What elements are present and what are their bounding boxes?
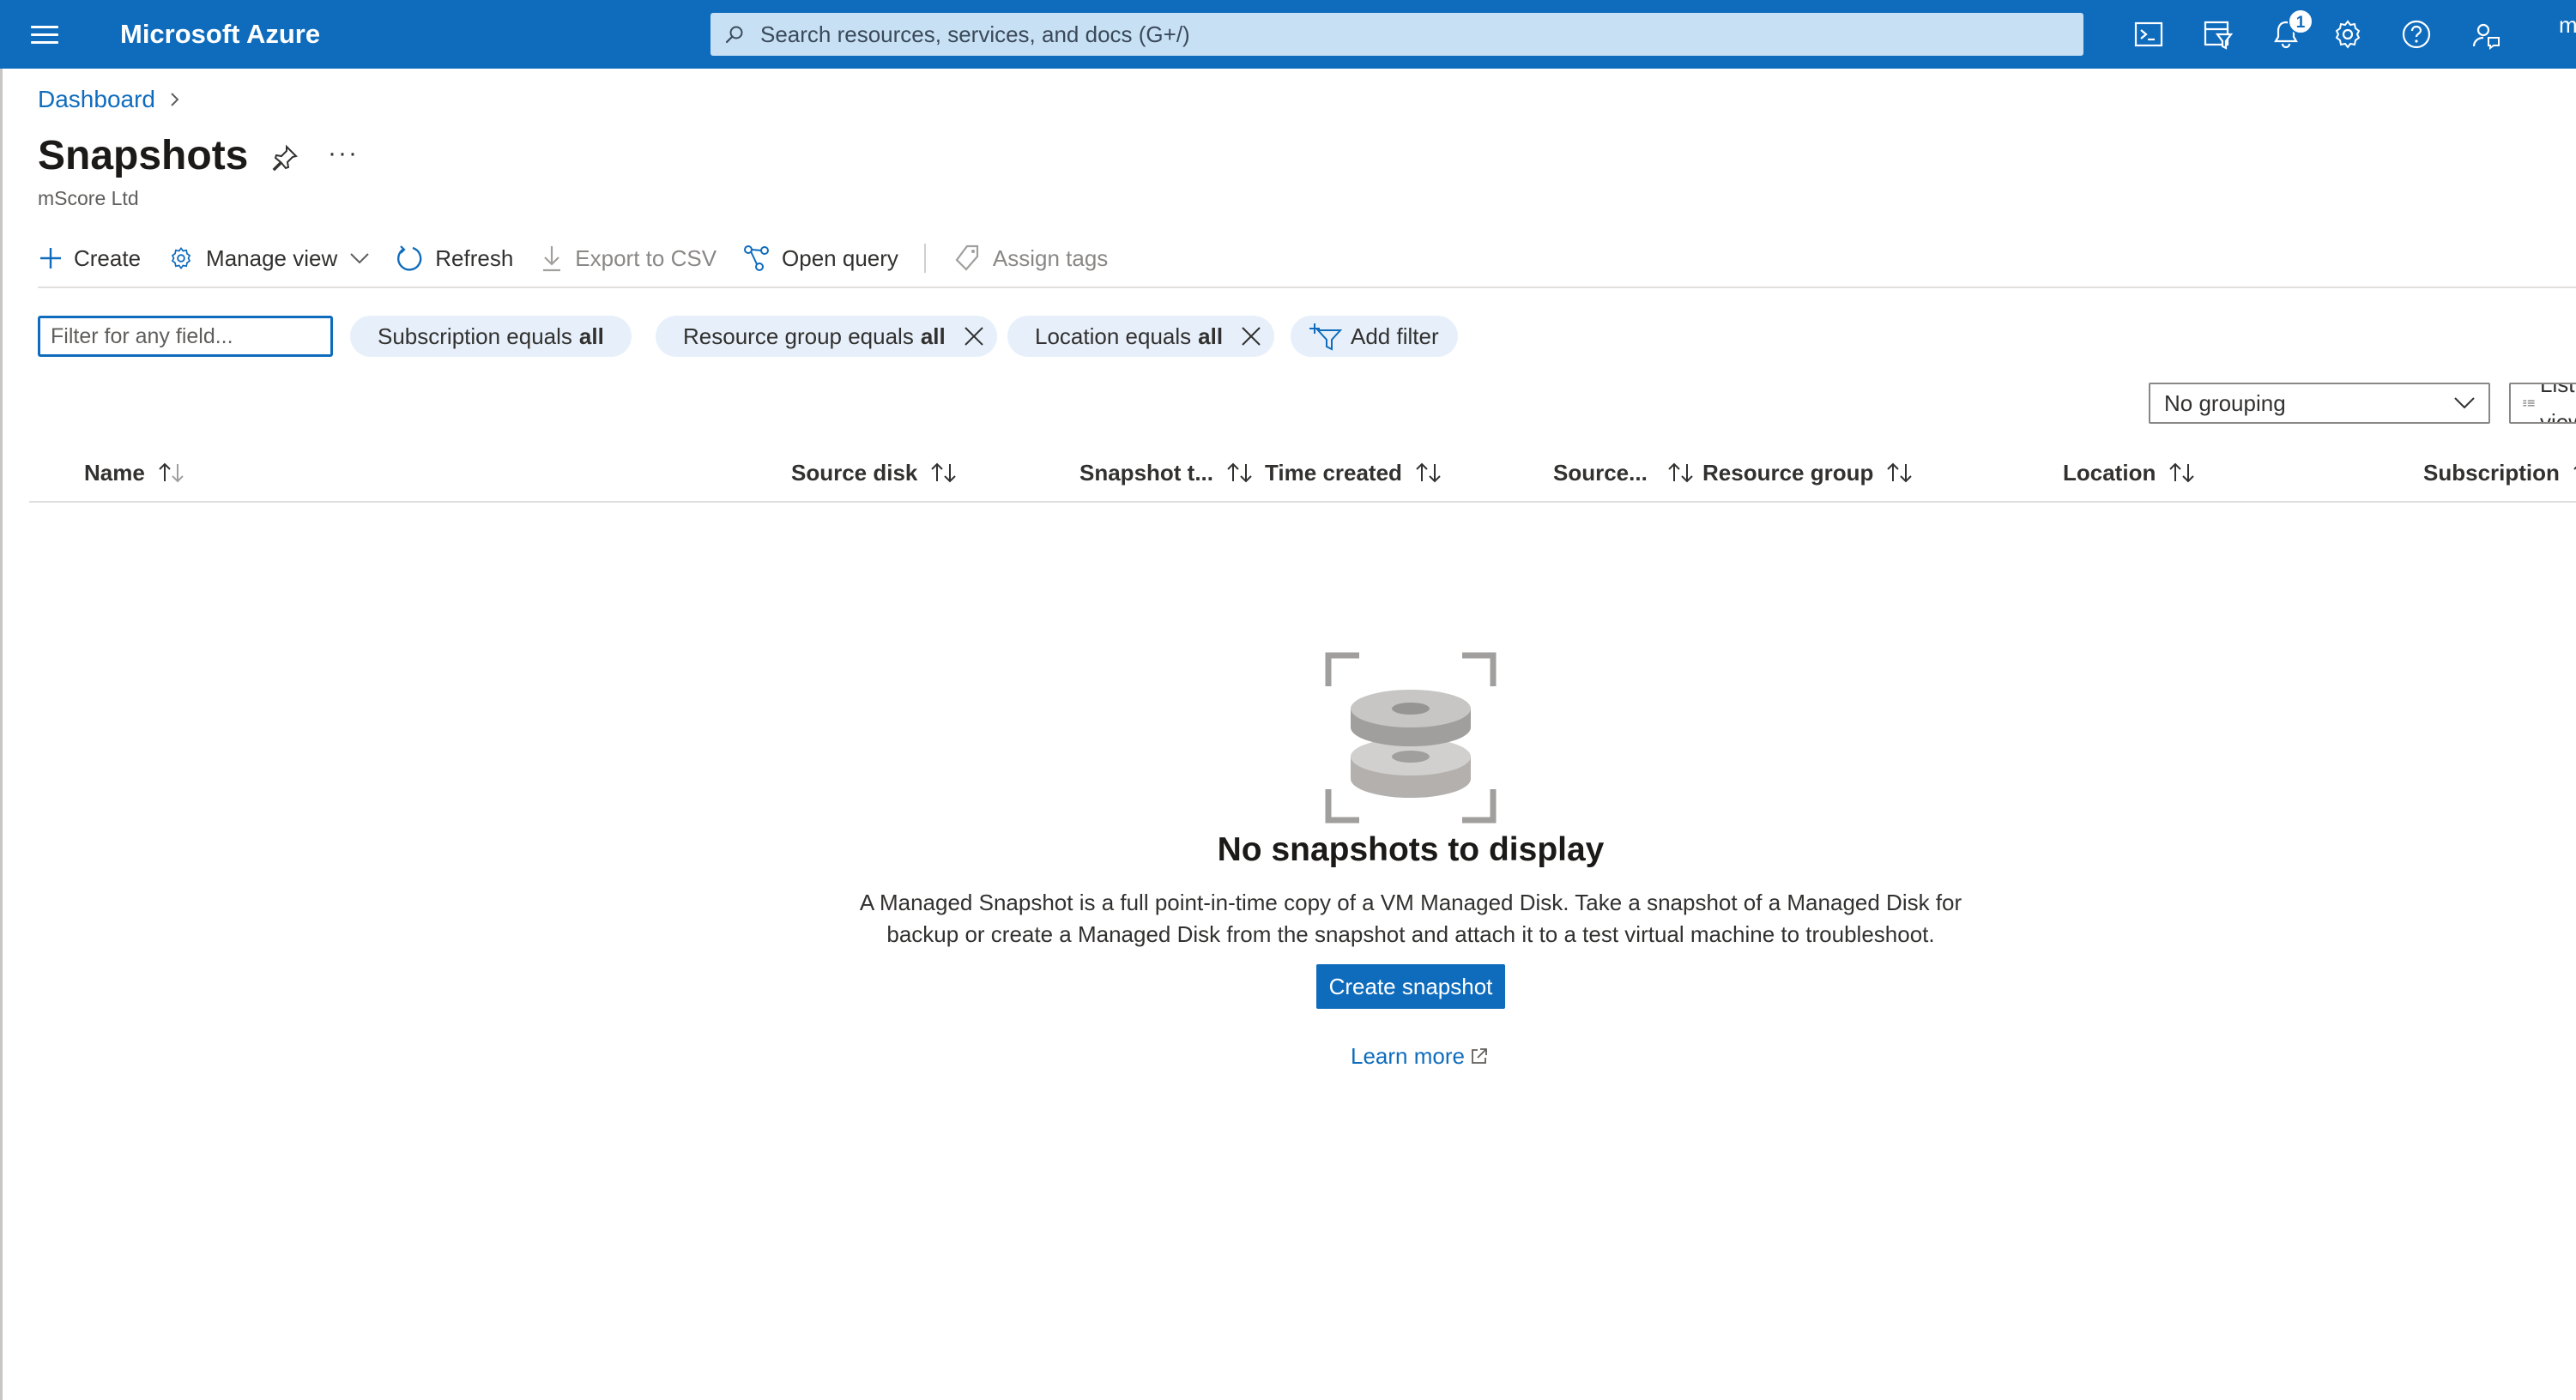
add-filter-button[interactable]: Add filter [1291, 316, 1458, 357]
subscription-filter-label: Subscription equals [378, 323, 572, 349]
sort-icon [931, 462, 957, 483]
column-resource-group-label: Resource group [1702, 460, 1874, 486]
chevron-right-icon [171, 93, 179, 106]
cloud-shell-icon[interactable] [2130, 15, 2168, 53]
chevron-down-icon [2454, 397, 2475, 409]
page-subtitle: mScore Ltd [38, 187, 139, 209]
create-snapshot-button[interactable]: Create snapshot [1316, 964, 1505, 1009]
portal-brand[interactable]: Microsoft Azure [120, 17, 320, 51]
breadcrumb-dashboard-link[interactable]: Dashboard [38, 84, 155, 115]
help-icon[interactable] [2398, 15, 2435, 53]
sort-icon [1416, 462, 1441, 483]
feedback-icon[interactable] [2466, 15, 2504, 53]
open-query-label: Open query [782, 244, 898, 271]
tag-icon [955, 244, 979, 271]
column-header-location[interactable]: Location [2063, 458, 2197, 487]
command-bar: Create Manage view Refresh Export to CSV… [38, 240, 1134, 276]
query-icon [744, 245, 770, 271]
list-icon [2523, 400, 2535, 407]
column-source-label: Source... [1553, 460, 1648, 486]
account-menu[interactable]: m [2559, 12, 2576, 39]
notification-badge: 1 [2288, 9, 2313, 34]
sort-icon [1887, 462, 1913, 483]
command-separator [923, 244, 926, 273]
left-edge-divider [0, 69, 3, 1400]
filter-input[interactable] [38, 316, 333, 357]
subscription-filter-pill[interactable]: Subscription equals all [350, 316, 632, 357]
create-label: Create [74, 244, 142, 271]
assign-tags-label: Assign tags [992, 244, 1109, 271]
refresh-button[interactable]: Refresh [396, 240, 513, 276]
location-filter-value: all [1198, 323, 1224, 349]
manage-view-label: Manage view [206, 244, 338, 271]
column-header-time-created[interactable]: Time created [1265, 458, 1443, 487]
hamburger-icon[interactable] [31, 22, 60, 46]
open-query-button[interactable]: Open query [742, 240, 898, 276]
sort-icon [1227, 462, 1252, 483]
column-header-source[interactable]: Source... [1553, 458, 1696, 487]
column-source-disk-label: Source disk [791, 460, 918, 486]
refresh-label: Refresh [435, 244, 514, 271]
search-placeholder: Search resources, services, and docs (G+… [760, 21, 1190, 47]
column-header-snapshot-type[interactable]: Snapshot t... [1079, 458, 1255, 487]
chevron-down-icon [350, 253, 369, 264]
search-icon [725, 26, 743, 44]
location-filter-label: Location equals [1035, 323, 1192, 349]
location-filter-pill[interactable]: Location equals all [1007, 316, 1275, 357]
column-header-name[interactable]: Name [84, 458, 186, 487]
global-search-input[interactable]: Search resources, services, and docs (G+… [711, 13, 2083, 56]
grid-header: Name Source disk Snapshot t... Time crea… [29, 446, 2576, 503]
add-filter-label: Add filter [1351, 323, 1439, 349]
empty-state-description: A Managed Snapshot is a full point-in-ti… [859, 890, 1962, 947]
manage-view-button[interactable]: Manage view [166, 240, 370, 276]
subscription-filter-value: all [578, 323, 604, 349]
sort-icon [1668, 462, 1693, 483]
breadcrumb: Dashboard [38, 84, 181, 115]
more-options-icon[interactable]: ··· [328, 139, 359, 168]
column-header-source-disk[interactable]: Source disk [791, 458, 958, 487]
download-icon [543, 246, 561, 272]
grouping-selected: No grouping [2164, 390, 2286, 416]
resource-group-filter-value: all [920, 323, 946, 349]
learn-more-label: Learn more [1351, 1043, 1465, 1069]
column-time-created-label: Time created [1265, 460, 1402, 486]
gear-icon [171, 246, 191, 270]
empty-state-title: No snapshots to display [1217, 831, 1605, 868]
sort-icon [2573, 466, 2576, 470]
view-toggle[interactable]: List view [2509, 383, 2576, 424]
pin-icon[interactable] [269, 142, 300, 173]
bell-icon[interactable]: 1 [2267, 9, 2313, 53]
column-header-resource-group[interactable]: Resource group [1702, 458, 1914, 487]
gear-icon[interactable] [2329, 15, 2367, 53]
refresh-icon [397, 245, 422, 271]
top-bar: Microsoft Azure Search resources, servic… [0, 0, 2576, 69]
export-csv-button[interactable]: Export to CSV [539, 240, 717, 276]
grouping-dropdown[interactable]: No grouping [2149, 383, 2490, 424]
add-filter-icon [1309, 323, 1342, 351]
create-button[interactable]: Create [38, 240, 141, 276]
column-subscription-label: Subscription [2423, 460, 2560, 486]
command-bar-divider [38, 287, 2576, 288]
assign-tags-button[interactable]: Assign tags [955, 240, 1108, 276]
column-name-label: Name [84, 460, 145, 486]
close-icon[interactable] [1240, 325, 1262, 347]
sort-ascending-icon [159, 462, 184, 483]
column-location-label: Location [2063, 460, 2156, 486]
export-csv-label: Export to CSV [575, 244, 717, 271]
resource-group-filter-label: Resource group equals [683, 323, 914, 349]
view-toggle-label: List view [2539, 383, 2576, 424]
learn-more-link[interactable]: Learn more [1351, 1041, 1489, 1071]
page-title: Snapshots [38, 133, 249, 178]
close-icon[interactable] [963, 325, 985, 347]
sort-icon [2169, 462, 2195, 483]
plus-icon [40, 248, 61, 269]
external-link-icon [1472, 1048, 1487, 1064]
empty-snapshots-icon [1325, 652, 1497, 824]
column-header-subscription[interactable]: Subscription [2423, 458, 2576, 487]
column-snapshot-type-label: Snapshot t... [1079, 460, 1213, 486]
directory-filter-icon[interactable] [2198, 15, 2236, 53]
resource-group-filter-pill[interactable]: Resource group equals all [656, 316, 997, 357]
